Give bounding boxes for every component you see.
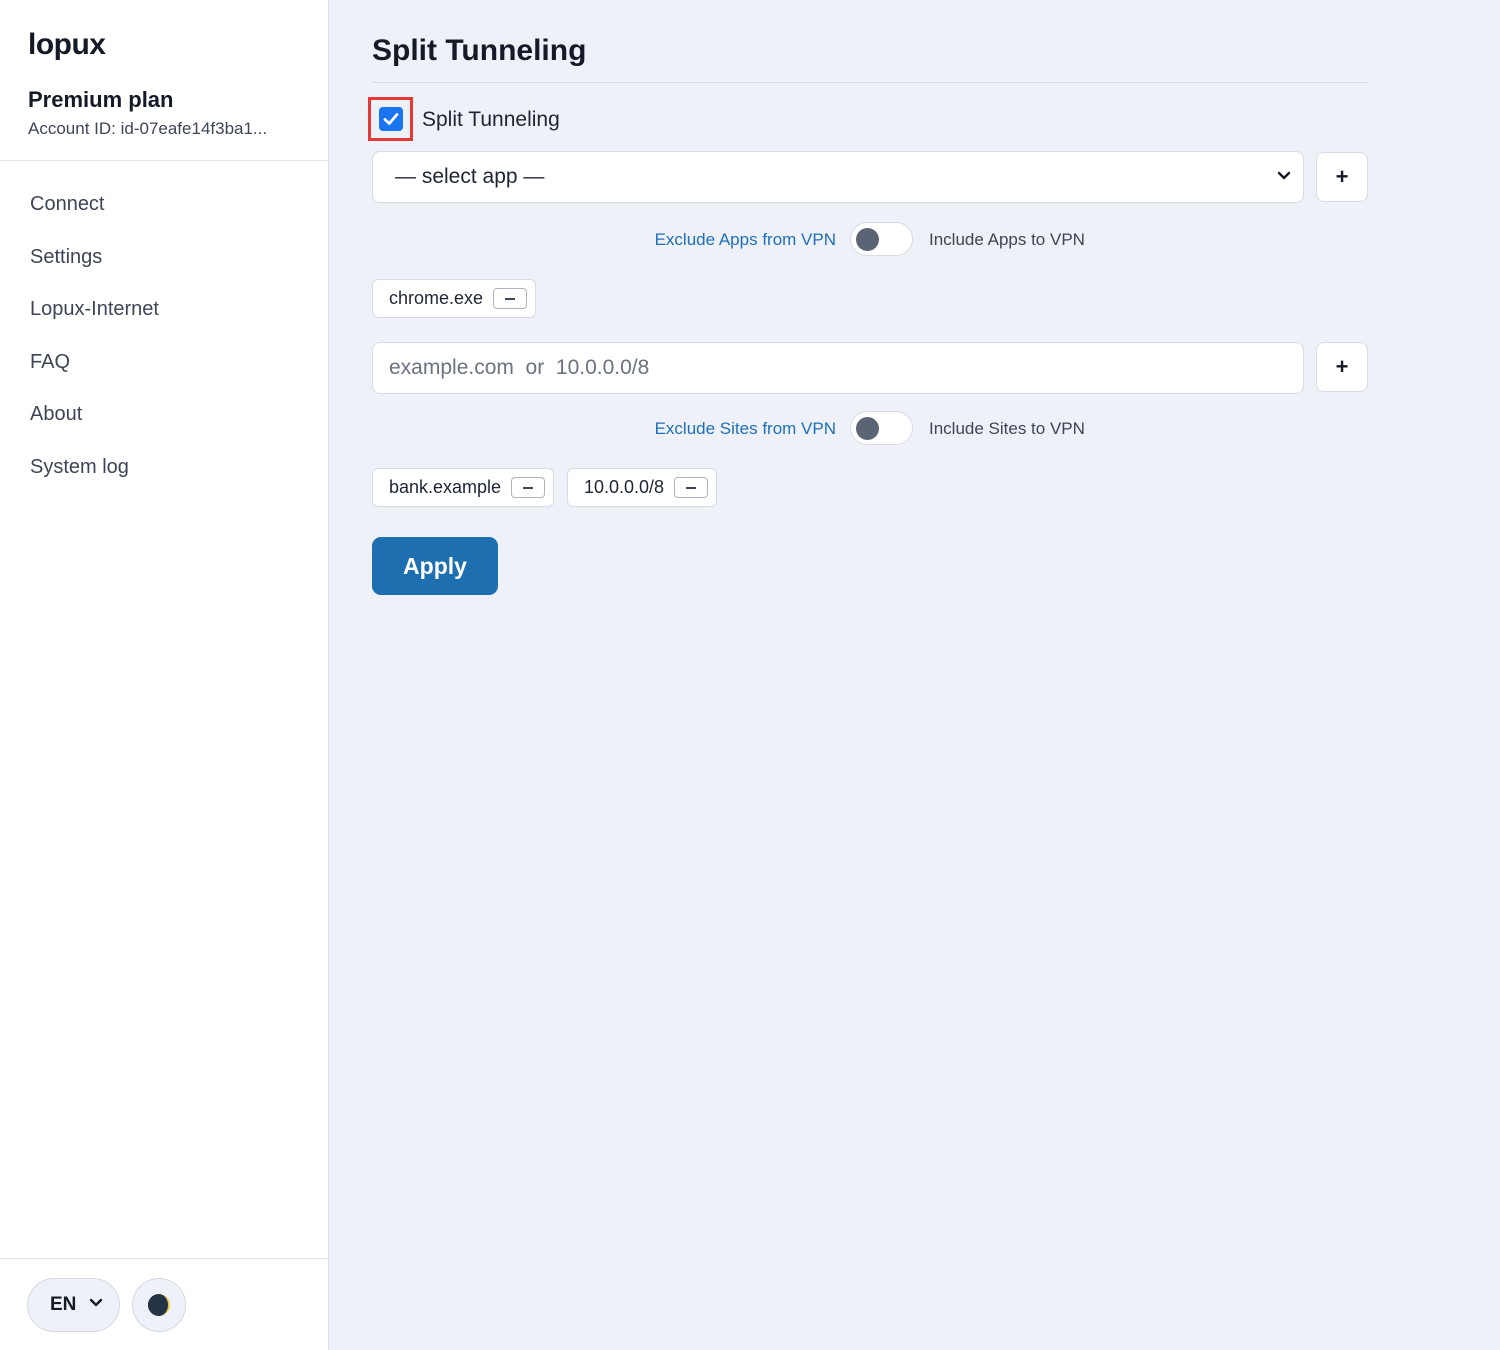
language-select[interactable]: EN <box>27 1278 120 1332</box>
minus-icon <box>523 486 534 489</box>
minus-icon <box>505 297 516 300</box>
sidebar-item-about[interactable]: About <box>30 396 159 449</box>
app-chip: chrome.exe <box>372 279 537 318</box>
account-id: Account ID: id-07eafe14f3ba1... <box>28 119 268 138</box>
sidebar: lopux Premium plan Account ID: id-07eafe… <box>0 0 329 1350</box>
include-apps-label: Include Apps to VPN <box>929 230 1085 249</box>
plan-name: Premium plan <box>28 87 174 112</box>
title-divider <box>372 82 1368 83</box>
site-chip: 10.0.0.0/8 <box>567 468 718 507</box>
exclude-sites-label: Exclude Sites from VPN <box>654 419 836 438</box>
remove-site-button[interactable] <box>511 477 546 498</box>
sidebar-nav: Connect Settings Lopux-Internet FAQ Abou… <box>30 186 159 501</box>
language-value: EN <box>50 1294 77 1315</box>
sites-mode-toggle-row: Exclude Sites from VPN Include Sites to … <box>372 411 1368 445</box>
include-sites-label: Include Sites to VPN <box>929 419 1085 438</box>
apps-mode-toggle-row: Exclude Apps from VPN Include Apps to VP… <box>372 222 1368 256</box>
apps-mode-toggle[interactable] <box>850 222 913 256</box>
remove-app-button[interactable] <box>493 288 528 309</box>
minus-icon <box>686 486 697 489</box>
site-chip-label: bank.example <box>389 477 502 497</box>
add-app-button[interactable]: + <box>1316 152 1368 202</box>
add-site-button[interactable]: + <box>1316 342 1368 392</box>
sidebar-item-lopux-internet[interactable]: Lopux-Internet <box>30 291 159 344</box>
sidebar-item-settings[interactable]: Settings <box>30 239 159 292</box>
site-input[interactable] <box>372 342 1304 394</box>
sidebar-divider <box>0 160 328 161</box>
sidebar-item-faq[interactable]: FAQ <box>30 344 159 397</box>
exclude-apps-label: Exclude Apps from VPN <box>654 230 836 249</box>
app-select-value: — select app — <box>395 165 545 188</box>
toggle-knob <box>856 228 879 251</box>
sidebar-bottom-divider <box>0 1258 328 1259</box>
remove-site-button[interactable] <box>674 477 709 498</box>
chevron-down-icon <box>1277 171 1291 180</box>
chevron-down-icon <box>89 1298 103 1307</box>
sites-mode-toggle[interactable] <box>850 411 913 445</box>
app-select[interactable]: — select app — <box>372 151 1304 203</box>
apply-button[interactable]: Apply <box>372 537 498 595</box>
split-tunneling-label: Split Tunneling <box>422 108 560 131</box>
brand-logo: lopux <box>28 28 106 61</box>
split-tunneling-checkbox-highlight <box>368 97 413 141</box>
site-chip-label: 10.0.0.0/8 <box>584 477 665 497</box>
theme-toggle-button[interactable] <box>132 1278 186 1332</box>
checkmark-icon <box>383 113 398 125</box>
sidebar-item-connect[interactable]: Connect <box>30 186 159 239</box>
theme-icon <box>148 1294 170 1316</box>
app-chip-label: chrome.exe <box>389 288 484 308</box>
site-chip: bank.example <box>372 468 555 507</box>
split-tunneling-checkbox[interactable] <box>378 107 403 131</box>
toggle-knob <box>856 417 879 440</box>
sidebar-item-system-log[interactable]: System log <box>30 449 159 502</box>
page-title: Split Tunneling <box>372 34 587 67</box>
